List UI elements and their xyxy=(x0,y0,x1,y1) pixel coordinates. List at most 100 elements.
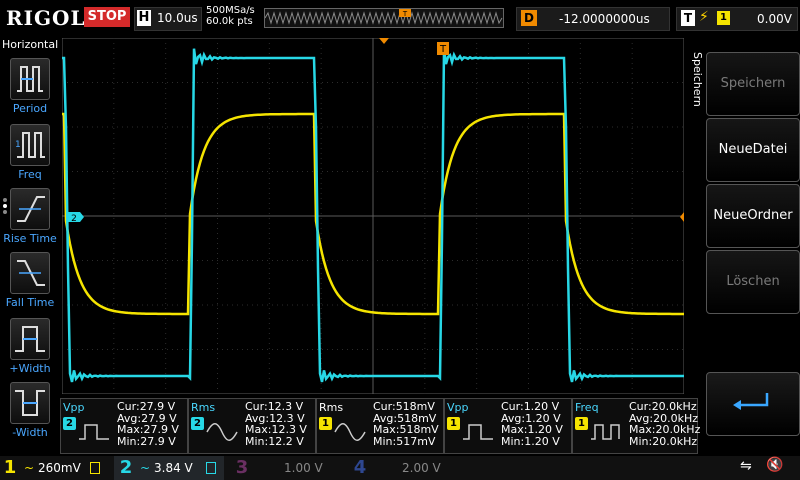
rms-icon xyxy=(334,423,366,441)
delay-value: -12.0000000us xyxy=(559,12,650,26)
channel-scale: 1.00 V xyxy=(284,461,323,475)
back-button[interactable] xyxy=(706,372,800,436)
measurement-source-badge: 2 xyxy=(191,417,204,430)
measurement-source-badge: 1 xyxy=(447,417,460,430)
rise-time-icon xyxy=(17,196,45,222)
measurement-name: Vpp xyxy=(447,401,469,414)
measurement-values: Cur:12.3 V Avg:12.3 V Max:12.3 V Min:12.… xyxy=(245,401,307,447)
measure-rise-time-label: Rise Time xyxy=(3,232,57,245)
measurement-ch1-freq[interactable]: Freq 1 Cur:20.0kHz Avg:20.0kHz Max:20.0k… xyxy=(572,398,701,454)
new-file-button[interactable]: NeueDatei xyxy=(706,118,800,182)
timebase-display[interactable]: H 10.0us xyxy=(134,7,202,31)
brand-logo: RIGOL xyxy=(6,6,86,30)
speaker-muted-icon[interactable]: 🔇 xyxy=(766,457,783,473)
trigger-level-value: 0.00V xyxy=(757,12,792,26)
measurement-source-badge: 2 xyxy=(63,417,76,430)
svg-text:1: 1 xyxy=(15,140,21,150)
memory-trigger-label: T xyxy=(402,10,408,18)
frequency-icon: 1 xyxy=(15,132,45,158)
measure-frequency-button[interactable]: 1 Freq xyxy=(0,124,60,181)
measurement-max: Max:12.3 V xyxy=(245,423,307,436)
trigger-label: T xyxy=(681,10,695,26)
memory-overview-strip[interactable]: T xyxy=(264,8,504,28)
memory-depth: 60.0k pts xyxy=(206,16,253,27)
measure-fall-time-label: Fall Time xyxy=(5,296,55,309)
rms-icon xyxy=(206,423,238,441)
measurement-name: Rms xyxy=(319,401,344,414)
return-arrow-icon xyxy=(733,393,769,410)
measurement-min: Min:517mV xyxy=(373,434,436,448)
channel-number: 2 xyxy=(119,457,133,478)
measure-positive-width-button[interactable]: +Width xyxy=(0,318,60,375)
channel-scale: 3.84 V xyxy=(154,461,193,475)
usb-icon: ⇋ xyxy=(740,458,752,474)
channel-1-status[interactable]: 1 ~ 260mV xyxy=(0,456,108,480)
measurement-name: Vpp xyxy=(63,401,85,414)
measure-rise-time-button[interactable]: Rise Time xyxy=(0,188,60,245)
measurement-min: Min:1.20 V xyxy=(501,434,560,448)
measurement-name: Rms xyxy=(191,401,216,414)
horizontal-panel-title: Horizontal xyxy=(2,38,59,51)
measurement-cur: Cur:518mV xyxy=(373,400,435,413)
measurement-cur: Cur:12.3 V xyxy=(245,400,304,413)
acquisition-info: 500MSa/s 60.0k pts xyxy=(206,5,255,27)
measurement-ch2-rms[interactable]: Rms 2 Cur:12.3 V Avg:12.3 V Max:12.3 V M… xyxy=(188,398,316,454)
measurement-min: Min:20.0kHz xyxy=(629,434,698,448)
new-folder-button[interactable]: NeueOrdner xyxy=(706,184,800,248)
measure-period-button[interactable]: Period xyxy=(0,58,60,115)
timebase-value: 10.0us xyxy=(157,11,198,25)
save-menu-title: Speichern xyxy=(691,52,704,107)
measurement-values: Cur:27.9 V Avg:27.9 V Max:27.9 V Min:27.… xyxy=(117,401,179,447)
measurement-source-badge: 1 xyxy=(319,417,332,430)
trigger-point-label: T xyxy=(439,44,447,55)
measurement-ch1-rms[interactable]: Rms 1 Cur:518mV Avg:518mV Max:518mV Min:… xyxy=(316,398,444,454)
run-stop-indicator[interactable]: STOP xyxy=(84,7,130,27)
save-button[interactable]: Speichern xyxy=(706,52,800,116)
measure-positive-width-label: +Width xyxy=(9,362,51,375)
measurement-ch2-vpp[interactable]: Vpp 2 Cur:27.9 V Avg:27.9 V Max:27.9 V M… xyxy=(60,398,188,454)
measurement-source-badge: 1 xyxy=(575,417,588,430)
measurement-ch1-vpp[interactable]: Vpp 1 Cur:1.20 V Avg:1.20 V Max:1.20 V M… xyxy=(444,398,572,454)
channel-scale: 260mV xyxy=(38,461,81,475)
delay-display[interactable]: D -12.0000000us xyxy=(516,7,670,31)
frequency-icon xyxy=(591,424,620,440)
vpp-icon xyxy=(463,424,493,440)
measure-fall-time-button[interactable]: Fall Time xyxy=(0,252,60,309)
measure-frequency-label: Freq xyxy=(18,168,42,181)
fall-time-icon xyxy=(17,260,45,286)
measurement-max: Max:518mV xyxy=(373,423,439,436)
measure-negative-width-button[interactable]: -Width xyxy=(0,382,60,439)
timebase-label: H xyxy=(137,10,151,26)
trigger-point-marker: T xyxy=(437,42,449,55)
period-icon xyxy=(17,66,43,92)
bandwidth-limit-icon xyxy=(206,462,216,474)
trigger-source-badge: 1 xyxy=(717,11,730,25)
channel-number: 1 xyxy=(3,457,17,478)
measure-period-label: Period xyxy=(12,102,48,115)
sample-rate: 500MSa/s xyxy=(206,5,255,16)
channel-coupling-icon: ~ xyxy=(140,461,151,475)
waveform-display[interactable]: T 2 T xyxy=(62,38,684,394)
bandwidth-limit-icon xyxy=(90,462,100,474)
scroll-indicator xyxy=(2,196,8,220)
measurement-max: Max:20.0kHz xyxy=(629,423,701,436)
measurement-cur: Cur:20.0kHz xyxy=(629,400,697,413)
ch2-offset-label: 2 xyxy=(71,214,77,224)
delete-button[interactable]: Löschen xyxy=(706,250,800,314)
negative-width-icon xyxy=(15,390,45,416)
channel-number: 4 xyxy=(353,457,367,478)
channel-3-status[interactable]: 3 1.00 V xyxy=(232,456,342,480)
measurement-max: Max:27.9 V xyxy=(117,423,179,436)
measurement-values: Cur:518mV Avg:518mV Max:518mV Min:517mV xyxy=(373,401,439,447)
rising-edge-icon: ⚡ xyxy=(699,9,709,25)
channel-coupling-icon: ~ xyxy=(24,461,35,475)
measurement-name: Freq xyxy=(575,401,599,414)
positive-width-icon xyxy=(15,326,45,352)
measurement-cur: Cur:27.9 V xyxy=(117,400,176,413)
channel-2-status[interactable]: 2 ~ 3.84 V xyxy=(114,456,224,480)
memory-waveform-thumbnail: T xyxy=(265,9,503,25)
trigger-display[interactable]: T ⚡ 1 0.00V xyxy=(676,7,798,31)
measure-negative-width-label: -Width xyxy=(12,426,48,439)
channel-4-status[interactable]: 4 2.00 V xyxy=(350,456,460,480)
measurement-min: Min:27.9 V xyxy=(117,434,176,448)
